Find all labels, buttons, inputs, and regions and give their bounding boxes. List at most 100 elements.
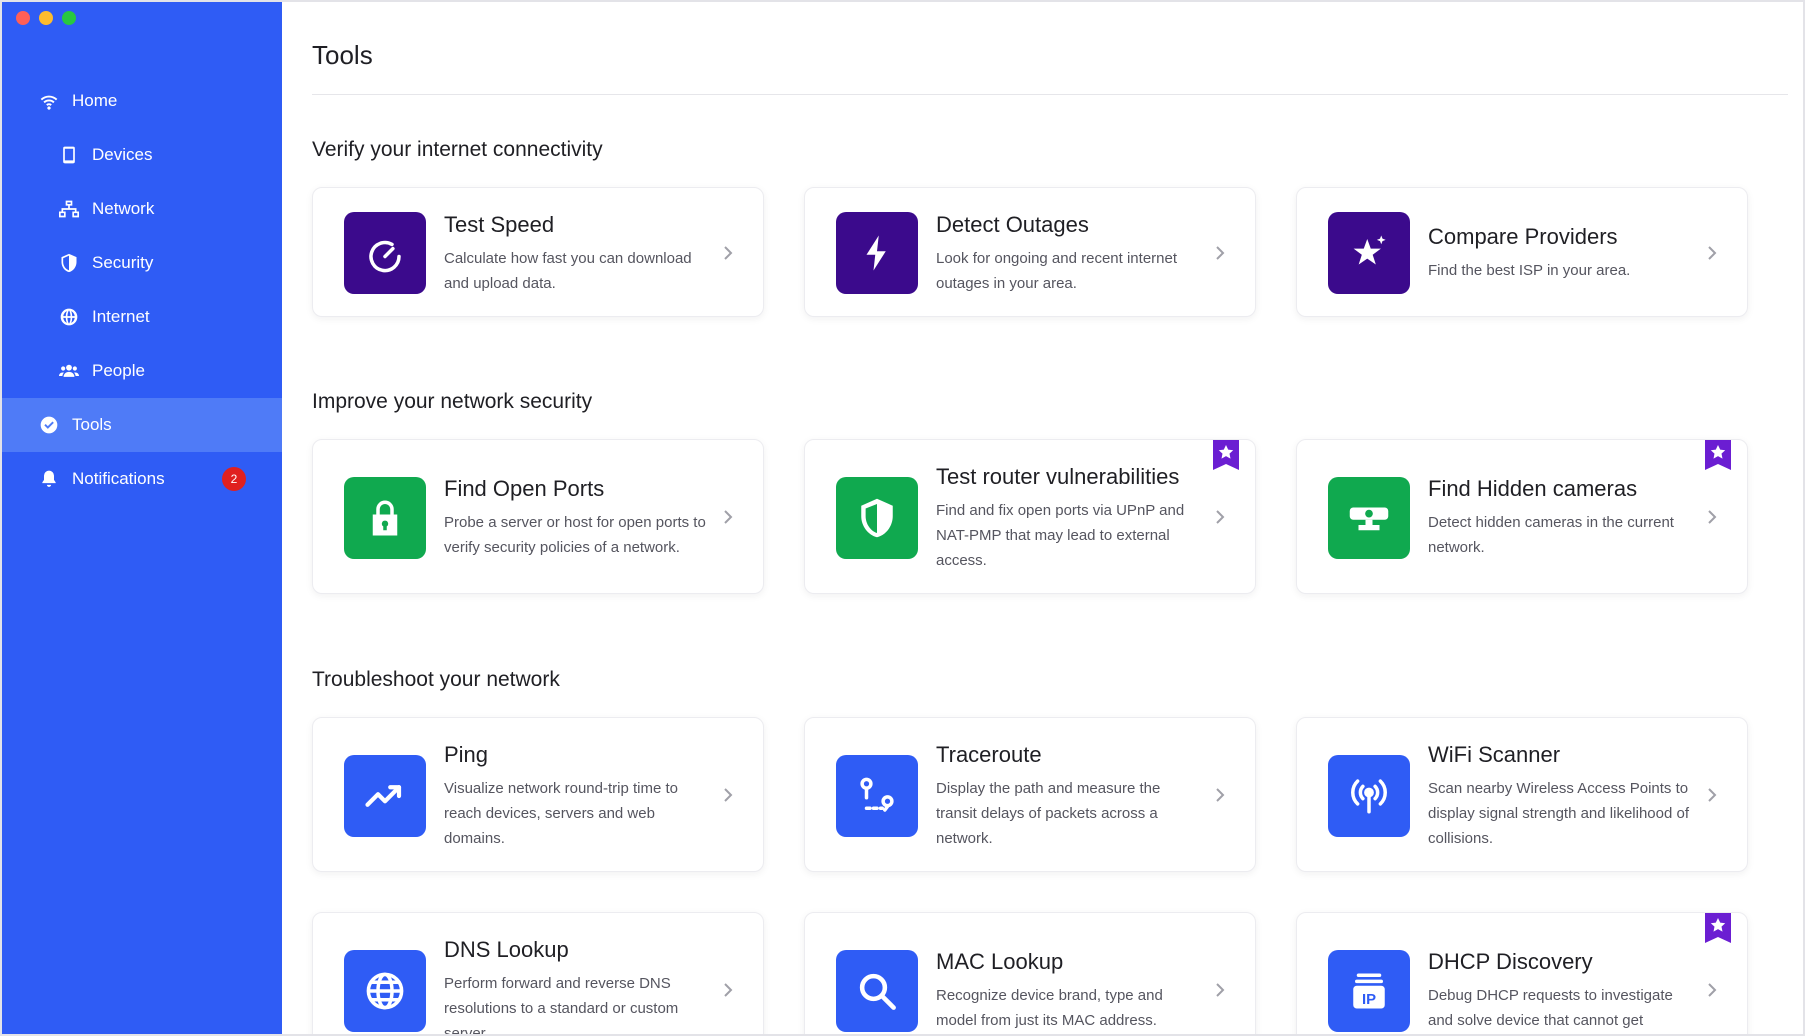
tool-card-find-open-ports[interactable]: Find Open Ports Probe a server or host f…: [312, 439, 764, 594]
lock-icon: [344, 477, 426, 559]
sidebar-item-label: Tools: [72, 415, 112, 434]
sidebar: Home Devices Network Security Internet P…: [2, 2, 282, 1034]
sidebar-item-security[interactable]: Security: [2, 236, 282, 290]
route-pin-icon: [836, 755, 918, 837]
globe-icon: [58, 306, 80, 328]
chevron-right-icon: [1705, 510, 1719, 524]
card-description: Recognize device brand, type and model f…: [936, 987, 1163, 1029]
tool-card-dhcp-discovery[interactable]: IP DHCP Discovery Debug DHCP requests to…: [1296, 912, 1748, 1034]
chevron-right-icon: [1705, 246, 1719, 260]
section-title-security: Improve your network security: [312, 390, 593, 413]
sidebar-nav: Home Devices Network Security Internet P…: [2, 74, 282, 506]
sidebar-item-network[interactable]: Network: [2, 182, 282, 236]
shield-half-icon: [836, 477, 918, 559]
window-controls: [16, 11, 76, 25]
card-title: Test Speed: [444, 212, 555, 237]
camera-icon: [1328, 477, 1410, 559]
ip-icon: IP: [1328, 950, 1410, 1032]
premium-star-icon: [1213, 440, 1239, 470]
premium-star-icon: [1705, 440, 1731, 470]
tool-card-compare-providers[interactable]: Compare Providers Find the best ISP in y…: [1296, 187, 1748, 317]
minimize-window-button[interactable]: [39, 11, 53, 25]
phone-icon: [58, 144, 80, 166]
chevron-right-icon: [1213, 983, 1227, 997]
lightning-icon: [836, 212, 918, 294]
card-title: Detect Outages: [936, 212, 1089, 237]
card-description: Find and fix open ports via UPnP and NAT…: [936, 502, 1185, 569]
speedometer-icon: [344, 212, 426, 294]
card-description: Visualize network round-trip time to rea…: [444, 780, 678, 847]
sidebar-item-internet[interactable]: Internet: [2, 290, 282, 344]
notification-count-badge: 2: [222, 467, 246, 491]
shield-icon: [58, 252, 80, 274]
sidebar-item-label: Devices: [92, 145, 153, 164]
chevron-right-icon: [721, 983, 735, 997]
trend-up-icon: [344, 755, 426, 837]
sidebar-item-label: Security: [92, 253, 154, 272]
chevron-right-icon: [1705, 983, 1719, 997]
network-icon: [58, 198, 80, 220]
card-title: WiFi Scanner: [1428, 742, 1561, 767]
card-title: Find Hidden cameras: [1428, 476, 1638, 501]
check-circle-icon: [38, 414, 60, 436]
chevron-right-icon: [721, 510, 735, 524]
chevron-right-icon: [1213, 246, 1227, 260]
sidebar-item-label: Notifications: [72, 469, 165, 488]
main-content: Tools Verify your internet connectivity …: [282, 2, 1803, 1036]
sidebar-item-notifications[interactable]: Notifications 2: [2, 452, 282, 506]
card-description: Probe a server or host for open ports to…: [444, 514, 706, 556]
card-title: Traceroute: [936, 742, 1042, 767]
tool-card-test-router-vulnerabilities[interactable]: Test router vulnerabilities Find and fix…: [804, 439, 1256, 594]
sidebar-item-label: Network: [92, 199, 155, 218]
tool-card-traceroute[interactable]: Traceroute Display the path and measure …: [804, 717, 1256, 872]
app-window: Home Devices Network Security Internet P…: [0, 0, 1805, 1036]
sidebar-item-label: Internet: [92, 307, 150, 326]
sidebar-item-devices[interactable]: Devices: [2, 128, 282, 182]
antenna-icon: [1328, 755, 1410, 837]
sidebar-item-label: People: [92, 361, 145, 380]
chevron-right-icon: [721, 246, 735, 260]
sidebar-item-people[interactable]: People: [2, 344, 282, 398]
chevron-right-icon: [721, 788, 735, 802]
card-title: MAC Lookup: [936, 949, 1064, 974]
tool-card-mac-lookup[interactable]: MAC Lookup Recognize device brand, type …: [804, 912, 1256, 1034]
tool-card-ping[interactable]: Ping Visualize network round-trip time t…: [312, 717, 764, 872]
chevron-right-icon: [1213, 788, 1227, 802]
zoom-window-button[interactable]: [62, 11, 76, 25]
wifi-icon: [38, 90, 60, 112]
card-description: Detect hidden cameras in the current net…: [1428, 514, 1674, 556]
card-title: Find Open Ports: [444, 476, 605, 501]
section-title-troubleshoot: Troubleshoot your network: [312, 668, 560, 691]
people-icon: [58, 360, 80, 382]
card-description: Scan nearby Wireless Access Points to di…: [1428, 780, 1689, 847]
card-title: DHCP Discovery: [1428, 949, 1593, 974]
title-divider: [312, 94, 1788, 95]
tool-card-dns-lookup[interactable]: DNS Lookup Perform forward and reverse D…: [312, 912, 764, 1036]
card-title: DNS Lookup: [444, 937, 569, 962]
sidebar-item-home[interactable]: Home: [2, 74, 282, 128]
card-description: Find the best ISP in your area.: [1428, 262, 1631, 279]
close-window-button[interactable]: [16, 11, 30, 25]
chevron-right-icon: [1705, 788, 1719, 802]
card-description: Look for ongoing and recent internet out…: [936, 250, 1178, 292]
page-title: Tools: [312, 40, 373, 70]
tool-card-find-hidden-cameras[interactable]: Find Hidden cameras Detect hidden camera…: [1296, 439, 1748, 594]
premium-star-icon: [1705, 913, 1731, 943]
tool-card-detect-outages[interactable]: Detect Outages Look for ongoing and rece…: [804, 187, 1256, 317]
sidebar-item-tools[interactable]: Tools: [2, 398, 282, 452]
section-title-connectivity: Verify your internet connectivity: [312, 138, 603, 161]
globe-icon: [344, 950, 426, 1032]
card-description: Calculate how fast you can download and …: [444, 250, 692, 292]
sidebar-item-label: Home: [72, 91, 118, 110]
tool-card-test-speed[interactable]: Test Speed Calculate how fast you can do…: [312, 187, 764, 317]
search-icon: [836, 950, 918, 1032]
tool-card-wifi-scanner[interactable]: WiFi Scanner Scan nearby Wireless Access…: [1296, 717, 1748, 872]
card-title: Test router vulnerabilities: [936, 464, 1180, 489]
card-description: Debug DHCP requests to investigate and s…: [1428, 987, 1673, 1029]
ip-icon-label: IP: [1362, 992, 1376, 1008]
card-description: Perform forward and reverse DNS resoluti…: [444, 975, 679, 1036]
card-description: Display the path and measure the transit…: [936, 780, 1161, 847]
chevron-right-icon: [1213, 510, 1227, 524]
star-sparkle-icon: [1328, 212, 1410, 294]
card-title: Ping: [444, 742, 489, 767]
